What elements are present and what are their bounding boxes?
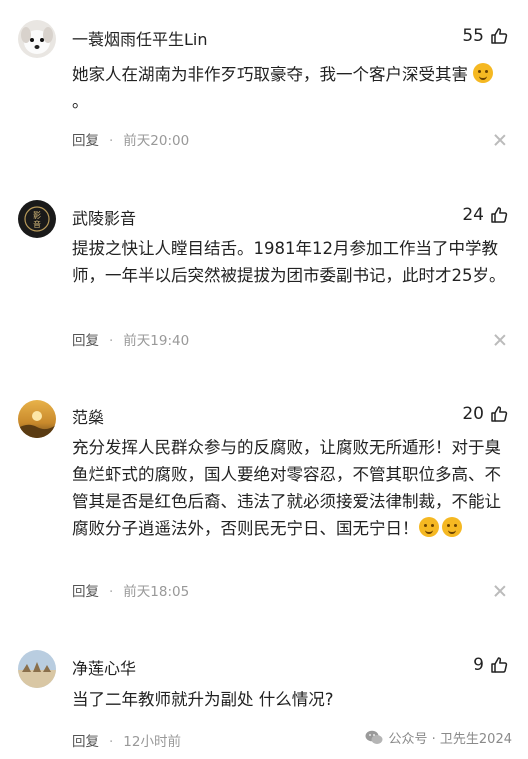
- comment-text: 充分发挥人民群众参与的反腐败，让腐败无所遁形！对于臭鱼烂虾式的腐败，国人要绝对零…: [72, 438, 501, 538]
- like-count: 24: [462, 205, 484, 225]
- avatar[interactable]: [18, 400, 56, 438]
- thumbs-up-icon: [490, 27, 508, 45]
- like-button[interactable]: 9: [473, 655, 508, 675]
- thinking-emoji: [441, 517, 462, 537]
- svg-text:影: 影: [33, 210, 41, 220]
- reply-button[interactable]: 回复: [72, 333, 99, 349]
- like-count: 9: [473, 655, 484, 675]
- like-button[interactable]: 55: [462, 26, 508, 46]
- username[interactable]: 净莲心华: [72, 655, 136, 679]
- avatar[interactable]: 影 音: [18, 200, 56, 238]
- avatar[interactable]: [18, 20, 56, 58]
- svg-text:音: 音: [33, 219, 41, 229]
- timestamp: 前天19:40: [123, 333, 190, 349]
- watermark: 公众号 · 卫先生2024: [365, 728, 512, 747]
- username[interactable]: 一蓑烟雨任平生Lin: [72, 26, 208, 50]
- timestamp: 前天20:00: [123, 133, 190, 149]
- comment-meta: 回复 · 前天18:05: [72, 584, 190, 600]
- reply-button[interactable]: 回复: [72, 584, 99, 600]
- reply-button[interactable]: 回复: [72, 133, 99, 149]
- like-button[interactable]: 20: [462, 404, 508, 424]
- teary-laugh-emoji: [473, 63, 494, 83]
- comment-text: 提拔之快让人瞠目结舌。1981年12月参加工作当了中学教师，一年半以后突然被提拔…: [72, 239, 506, 285]
- thinking-emoji: [418, 517, 439, 537]
- timestamp: 12小时前: [123, 734, 181, 750]
- close-icon[interactable]: [494, 334, 506, 346]
- close-icon[interactable]: [494, 585, 506, 597]
- like-count: 55: [462, 26, 484, 46]
- comment-text: 她家人在湖南为非作歹巧取豪夺，我一个客户深受其害 。: [72, 61, 510, 115]
- thumbs-up-icon: [490, 405, 508, 423]
- comment-meta: 回复 · 前天19:40: [72, 333, 190, 349]
- like-button[interactable]: 24: [462, 205, 508, 225]
- timestamp: 前天18:05: [123, 584, 190, 600]
- comment-text: 当了二年教师就升为副处 什么情况?: [72, 690, 334, 709]
- username[interactable]: 武陵影音: [72, 205, 136, 229]
- thumbs-up-icon: [490, 206, 508, 224]
- comment-meta: 回复 · 12小时前: [72, 734, 181, 750]
- close-icon[interactable]: [494, 134, 506, 146]
- avatar[interactable]: [18, 650, 56, 688]
- like-count: 20: [462, 404, 484, 424]
- username[interactable]: 范燊: [72, 404, 104, 428]
- watermark-text: 公众号 · 卫先生2024: [388, 732, 512, 747]
- thumbs-up-icon: [490, 656, 508, 674]
- reply-button[interactable]: 回复: [72, 734, 99, 750]
- wechat-icon: [365, 730, 383, 745]
- comment-meta: 回复 · 前天20:00: [72, 133, 190, 149]
